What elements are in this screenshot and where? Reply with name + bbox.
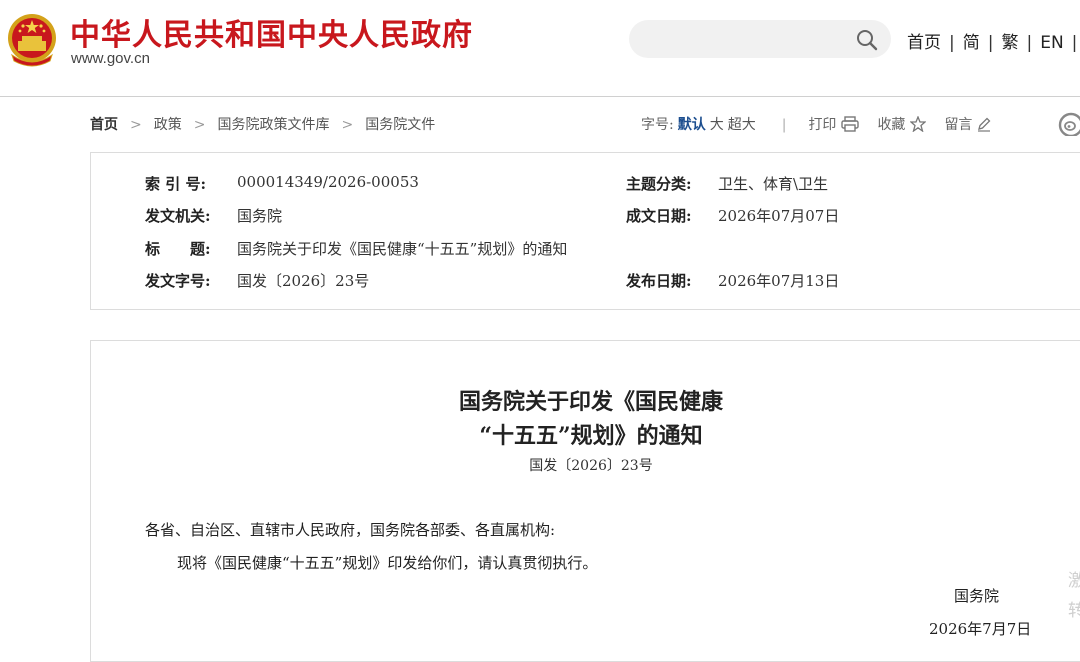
meta-publish-date-label: 发布日期:: [626, 272, 692, 290]
breadcrumb-arrow: >: [193, 117, 206, 133]
print-label: 打印: [808, 117, 837, 133]
article-title-line1: 国务院关于印发《国民健康: [458, 389, 723, 415]
font-size-label: 字号:: [641, 117, 674, 133]
meta-written-date-value: 2026年07月07日: [718, 207, 840, 225]
nav-separator: |: [987, 33, 994, 53]
meta-written-date-label: 成文日期:: [626, 207, 692, 225]
site-domain: www.gov.cn: [71, 50, 150, 67]
breadcrumb-state-council-docs[interactable]: 国务院文件: [365, 117, 435, 133]
nav-separator: |: [1071, 33, 1078, 53]
meta-topic-value: 卫生、体育\卫生: [718, 175, 829, 193]
meta-publish-date-value: 2026年07月13日: [718, 272, 840, 290]
site-title[interactable]: 中华人民共和国中央人民政府: [70, 10, 473, 54]
nav-separator: |: [949, 33, 955, 53]
breadcrumb-arrow: >: [341, 117, 354, 133]
site-header: 中华人民共和国中央人民政府 www.gov.cn 首页 | 简 | 繁 | EN |: [0, 0, 1080, 97]
font-size-large[interactable]: 大: [710, 117, 724, 133]
document-metadata: 索 引 号: 000014349/2026-00053 主题分类: 卫生、体育\…: [90, 152, 1080, 310]
article-content: 国务院关于印发《国民健康 “十五五”规划》的通知 国发〔2026〕23号 各省、…: [90, 340, 1080, 662]
meta-index-value: 000014349/2026-00053: [237, 173, 419, 191]
breadcrumb-policy-library[interactable]: 国务院政策文件库: [217, 117, 329, 133]
weibo-icon[interactable]: [1058, 112, 1080, 136]
article-toolbar: 字号: 默认大超大 | 打印 收藏 留言: [641, 114, 1009, 134]
favorite-button[interactable]: 收藏: [877, 114, 927, 134]
toolbar-divider: |: [781, 117, 787, 133]
breadcrumb-home[interactable]: 首页: [90, 117, 118, 133]
comment-button[interactable]: 留言: [944, 114, 991, 134]
nav-simplified[interactable]: 简: [963, 28, 980, 53]
article-doc-number: 国发〔2026〕23号: [529, 458, 653, 474]
meta-issuer-label: 发文机关:: [145, 207, 211, 225]
article-title: 国务院关于印发《国民健康 “十五五”规划》的通知: [91, 385, 1080, 453]
font-size-default[interactable]: 默认: [678, 117, 706, 133]
comment-label: 留言: [944, 117, 973, 133]
nav-english[interactable]: EN: [1040, 33, 1063, 53]
star-icon: [910, 116, 927, 132]
breadcrumb-arrow: >: [130, 117, 142, 133]
article-title-line2: “十五五”规划》的通知: [479, 423, 703, 449]
font-size-xlarge[interactable]: 超大: [728, 117, 756, 133]
language-nav: 首页 | 简 | 繁 | EN |: [907, 28, 1080, 53]
search-box: [629, 20, 891, 58]
article-salutation: 各省、自治区、直辖市人民政府，国务院各部委、各直属机构:: [145, 521, 556, 539]
nav-separator: |: [1026, 33, 1033, 53]
side-float-char: 转: [1068, 601, 1080, 621]
side-float-char: 激: [1068, 571, 1080, 591]
meta-title-label: 标 题:: [145, 240, 211, 258]
printer-icon: [841, 116, 860, 132]
floating-side-widget[interactable]: 激 转: [1068, 566, 1080, 626]
meta-doc-no-value: 国发〔2026〕23号: [237, 272, 370, 290]
breadcrumb-policy[interactable]: 政策: [154, 117, 182, 133]
meta-doc-no-label: 发文字号:: [145, 272, 211, 290]
nav-home[interactable]: 首页: [907, 28, 941, 53]
article-body-paragraph: 现将《国民健康“十五五”规划》印发给你们，请认真贯彻执行。: [177, 554, 598, 572]
print-button[interactable]: 打印: [808, 114, 860, 134]
meta-index-label: 索 引 号:: [145, 175, 206, 193]
article-date: 2026年7月7日: [929, 620, 1032, 638]
breadcrumb: 首页 > 政策 > 国务院政策文件库 > 国务院文件: [90, 114, 435, 134]
search-icon[interactable]: [855, 28, 879, 52]
meta-topic-label: 主题分类:: [626, 175, 692, 193]
nav-traditional[interactable]: 繁: [1001, 28, 1018, 53]
meta-issuer-value: 国务院: [237, 207, 283, 225]
meta-title-value: 国务院关于印发《国民健康“十五五”规划》的通知: [237, 240, 568, 258]
pencil-icon: [978, 117, 991, 132]
national-emblem-icon[interactable]: [6, 11, 58, 69]
search-input[interactable]: [645, 28, 849, 52]
article-signature: 国务院: [954, 587, 1000, 605]
favorite-label: 收藏: [877, 117, 906, 133]
